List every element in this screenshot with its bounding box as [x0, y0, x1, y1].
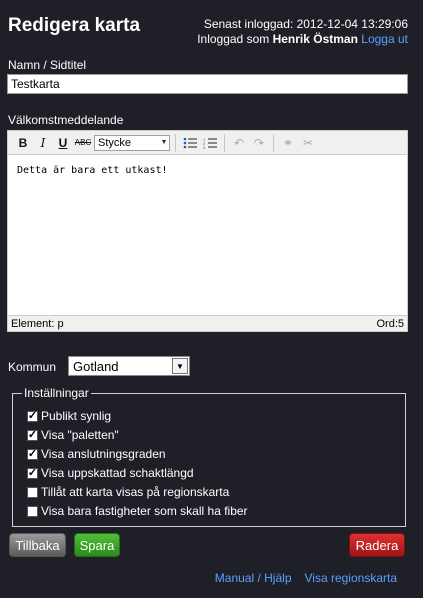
- chevron-down-icon: ▼: [160, 139, 168, 146]
- option-checkbox[interactable]: ✓: [27, 467, 38, 479]
- option-checkbox[interactable]: [27, 486, 38, 498]
- editor-content[interactable]: Detta är bara ett utkast!: [8, 155, 407, 316]
- login-info: Senast inloggad: 2012-12-04 13:29:06 Inl…: [197, 17, 408, 47]
- strikethrough-button[interactable]: ABC: [74, 134, 92, 152]
- editor-text: Detta är bara ett utkast!: [17, 165, 168, 176]
- settings-option[interactable]: Visa bara fastigheter som skall ha fiber: [27, 504, 248, 518]
- toolbar-divider: [175, 133, 176, 152]
- toolbar-divider: [224, 133, 225, 152]
- settings-option[interactable]: ✓ Visa uppskattad schaktlängd: [27, 466, 194, 480]
- bullet-list-icon[interactable]: [181, 134, 199, 152]
- option-label: Publikt synlig: [41, 409, 112, 423]
- settings-option[interactable]: Tillåt att karta visas på regionskarta: [27, 485, 229, 499]
- kommun-select[interactable]: Gotland ▼: [68, 356, 190, 376]
- save-button[interactable]: Spara: [74, 533, 120, 557]
- settings-option[interactable]: ✓ Visa "paletten": [27, 428, 119, 442]
- name-input[interactable]: [7, 74, 408, 94]
- option-label: Visa uppskattad schaktlängd: [41, 466, 194, 480]
- settings-option[interactable]: ✓ Publikt synlig: [27, 409, 111, 423]
- region-map-link[interactable]: Visa regionskarta: [305, 571, 398, 585]
- link-icon[interactable]: ⚭: [279, 134, 297, 152]
- option-checkbox[interactable]: ✓: [27, 448, 38, 460]
- element-path: Element: p: [11, 317, 64, 330]
- editor-statusbar: Element: p Ord:5: [8, 315, 407, 331]
- option-label: Visa bara fastigheter som skall ha fiber: [41, 504, 248, 518]
- kommun-select-value: Gotland: [73, 358, 119, 374]
- option-checkbox[interactable]: ✓: [27, 410, 38, 422]
- rich-text-editor: B I U ABC Stycke ▼ 123 ↶ ↷ ⚭ ✂ Detta är …: [7, 130, 408, 332]
- page-title: Redigera karta: [8, 15, 141, 36]
- option-label: Visa anslutningsgraden: [41, 447, 166, 461]
- back-button[interactable]: Tillbaka: [9, 533, 66, 557]
- chevron-down-icon: ▼: [172, 358, 188, 374]
- redo-icon[interactable]: ↷: [250, 134, 268, 152]
- option-label: Visa "paletten": [41, 428, 119, 442]
- name-label: Namn / Sidtitel: [8, 58, 87, 72]
- format-select-value: Stycke: [98, 136, 132, 149]
- word-count: Ord:5: [376, 317, 404, 330]
- option-checkbox[interactable]: [27, 505, 38, 517]
- underline-button[interactable]: U: [54, 134, 72, 152]
- logout-link[interactable]: Logga ut: [361, 32, 408, 46]
- unlink-icon[interactable]: ✂: [299, 134, 317, 152]
- settings-fieldset: Inställningar ✓ Publikt synlig ✓ Visa "pale…: [12, 386, 406, 527]
- logged-in-prefix: Inloggad som: [197, 32, 270, 46]
- option-checkbox[interactable]: ✓: [27, 429, 38, 441]
- settings-option[interactable]: ✓ Visa anslutningsgraden: [27, 447, 166, 461]
- footer-links: Manual / Hjälp Visa regionskarta: [215, 571, 397, 585]
- bold-button[interactable]: B: [14, 134, 32, 152]
- numbered-list-icon[interactable]: 123: [201, 134, 219, 152]
- italic-button[interactable]: I: [34, 134, 52, 152]
- undo-icon[interactable]: ↶: [230, 134, 248, 152]
- logged-in-line: Inloggad som Henrik Östman Logga ut: [197, 32, 408, 47]
- settings-legend: Inställningar: [22, 386, 91, 400]
- svg-text:3: 3: [203, 145, 206, 149]
- editor-toolbar: B I U ABC Stycke ▼ 123 ↶ ↷ ⚭ ✂: [8, 131, 407, 155]
- toolbar-divider: [273, 133, 274, 152]
- format-select[interactable]: Stycke ▼: [94, 134, 170, 151]
- option-label: Tillåt att karta visas på regionskarta: [41, 485, 230, 499]
- last-login-text: Senast inloggad: 2012-12-04 13:29:06: [203, 17, 408, 31]
- delete-button[interactable]: Radera: [349, 533, 405, 557]
- kommun-label: Kommun: [8, 360, 57, 374]
- welcome-label: Välkomstmeddelande: [8, 113, 124, 127]
- manual-help-link[interactable]: Manual / Hjälp: [215, 571, 292, 585]
- user-name: Henrik Östman: [272, 32, 358, 46]
